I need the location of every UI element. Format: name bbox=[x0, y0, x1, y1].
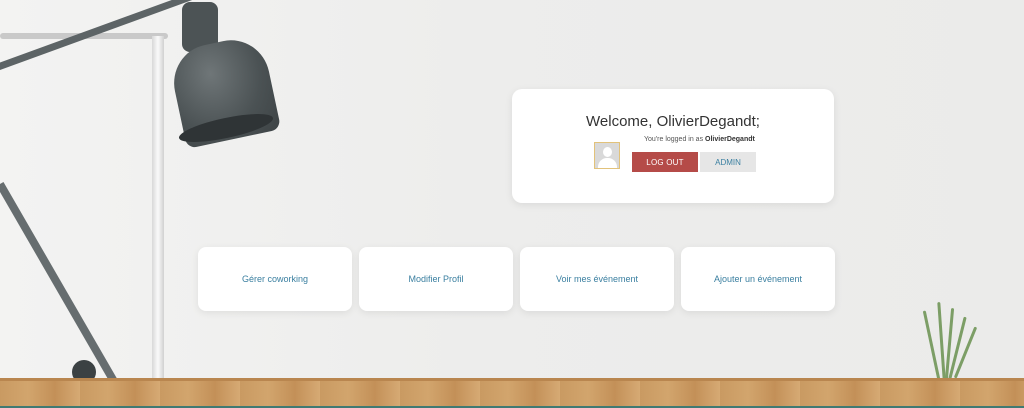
welcome-title: Welcome, OlivierDegandt; bbox=[586, 113, 760, 130]
wooden-table bbox=[0, 378, 1024, 408]
plant-decoration bbox=[900, 300, 1010, 381]
avatar[interactable] bbox=[594, 142, 620, 169]
manage-coworking-card[interactable]: Gérer coworking bbox=[198, 247, 352, 311]
edit-profile-card[interactable]: Modifier Profil bbox=[359, 247, 513, 311]
logged-in-status: You're logged in as OlivierDegandt bbox=[644, 136, 755, 143]
logged-in-prefix: You're logged in as bbox=[644, 136, 704, 143]
add-event-card[interactable]: Ajouter un événement bbox=[681, 247, 835, 311]
avatar-head-icon bbox=[603, 147, 612, 157]
logged-in-username: OlivierDegandt bbox=[705, 136, 755, 143]
welcome-card: Welcome, OlivierDegandt; You're logged i… bbox=[512, 89, 834, 203]
background-scene bbox=[0, 0, 1024, 408]
lamp-arm-lower bbox=[0, 182, 119, 386]
view-events-card[interactable]: Voir mes événement bbox=[520, 247, 674, 311]
clothes-rack-pole bbox=[152, 36, 164, 380]
admin-button[interactable]: ADMIN bbox=[700, 152, 756, 172]
avatar-body-icon bbox=[598, 158, 617, 168]
logout-button[interactable]: LOG OUT bbox=[632, 152, 698, 172]
